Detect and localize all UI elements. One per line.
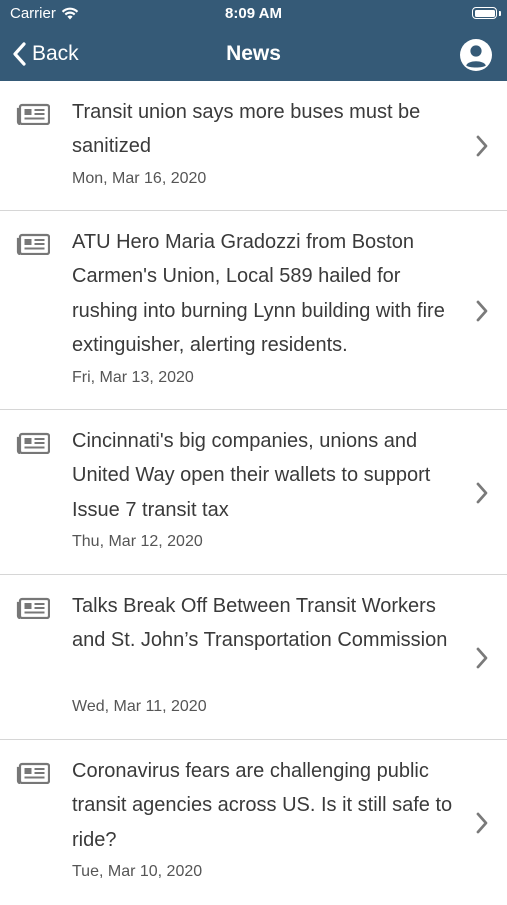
news-list: Transit union says more buses must be sa… [0,81,507,905]
article-title: Transit union says more buses must be sa… [72,101,421,158]
article-date: Thu, Mar 12, 2020 [72,533,203,551]
newspaper-icon [16,233,50,255]
newspaper-icon [16,762,50,784]
article-date: Wed, Mar 11, 2020 [72,698,207,716]
news-list-item[interactable]: Transit union says more buses must be sa… [0,81,507,211]
newspaper-icon [16,597,50,619]
chevron-right-icon [476,300,488,321]
status-bar: Carrier 8:09 AM [0,0,507,28]
app-header: Carrier 8:09 AM Back News [0,0,507,81]
news-list-item[interactable]: ATU Hero Maria Gradozzi from Boston Carm… [0,211,507,410]
chevron-right-icon [476,482,488,503]
article-title: Talks Break Off Between Transit Workers … [72,595,448,652]
status-time: 8:09 AM [225,5,282,22]
article-title: Coronavirus fears are challenging public… [72,760,453,851]
newspaper-icon [16,103,50,125]
battery-cap [499,11,501,16]
article-date: Mon, Mar 16, 2020 [72,169,207,187]
navigation-bar: Back News [0,28,507,81]
chevron-right-icon [476,135,488,157]
battery-level [474,9,495,17]
page-title: News [226,42,281,65]
article-title: Cincinnati's big companies, unions and U… [72,430,431,521]
article-date: Tue, Mar 10, 2020 [72,863,203,881]
chevron-right-icon [476,647,488,668]
news-list-item[interactable]: Talks Break Off Between Transit Workers … [0,575,507,740]
article-title: ATU Hero Maria Gradozzi from Boston Carm… [72,231,445,357]
article-date: Fri, Mar 13, 2020 [72,368,194,386]
battery-icon [472,7,497,19]
news-list-item[interactable]: Coronavirus fears are challenging public… [0,740,507,905]
newspaper-icon [16,432,50,454]
news-list-item[interactable]: Cincinnati's big companies, unions and U… [0,410,507,575]
chevron-right-icon [476,812,488,833]
user-circle-icon[interactable] [459,38,493,72]
